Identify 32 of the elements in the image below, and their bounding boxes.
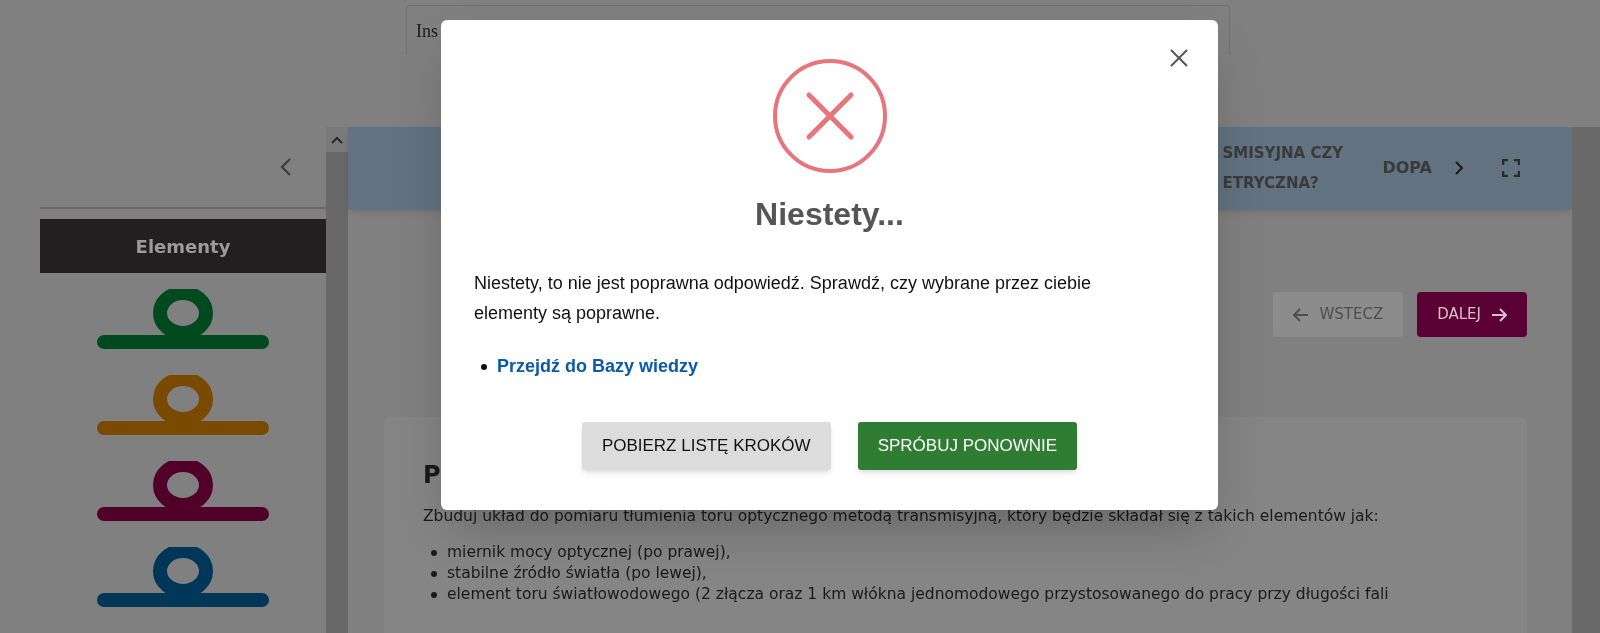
dialog-title: Niestety... [755, 195, 904, 234]
loop-icon[interactable] [97, 547, 269, 609]
close-button[interactable] [1168, 47, 1190, 69]
dialog-message: Niestety, to nie jest poprawna odpowiedź. Sprawdź, czy wybrane przez ciebie elementy są poprawne. [473, 272, 1092, 325]
error-icon [771, 58, 888, 174]
download-steps-button[interactable]: POBIERZ LISTĘ KROKÓW [581, 422, 831, 470]
arrow-right-icon [1491, 307, 1507, 322]
loop-icon[interactable] [97, 461, 269, 523]
list-item-text: element toru światłowodowego (2 złącza oraz 1 km włókna jednomodowego przystosowanego do pracy przy długości fali [447, 584, 1389, 606]
task-heading: P [423, 460, 442, 491]
bullet-icon [431, 549, 437, 556]
next-button[interactable]: DALEJ [1417, 292, 1527, 337]
chevron-right-icon [1454, 161, 1464, 175]
scrollbar[interactable] [326, 127, 348, 633]
chevron-up-icon[interactable] [331, 135, 343, 144]
list-item-text: stabilne źródło światła (po lewej), [447, 563, 707, 585]
arrow-left-icon [1293, 307, 1310, 322]
knowledge-base-link[interactable]: Przejdź do Bazy wiedzy [497, 353, 699, 380]
retry-button[interactable]: SPRÓBUJ PONOWNIE [857, 422, 1078, 470]
list-item-text: miernik mocy optycznej (po prawej), [447, 542, 731, 564]
scrollbar[interactable] [1572, 127, 1600, 633]
loop-icon[interactable] [97, 375, 269, 437]
fullscreen-icon[interactable] [1502, 159, 1520, 177]
elements-header: Elementy [40, 219, 326, 273]
bullet-icon [431, 570, 437, 577]
task-description: Zbuduj układ do pomiaru tłumienia toru optycznego metodą transmisyjną, który będzie składał się z takich elementów jak: [423, 506, 1380, 527]
close-icon [1170, 49, 1188, 67]
banner-title: SMISYJNA CZY ETRYCZNA? [1222, 143, 1345, 194]
bullet-icon [481, 363, 487, 370]
bullet-icon [431, 591, 437, 598]
chevron-left-icon[interactable] [280, 158, 292, 176]
loop-icon[interactable] [97, 289, 269, 351]
